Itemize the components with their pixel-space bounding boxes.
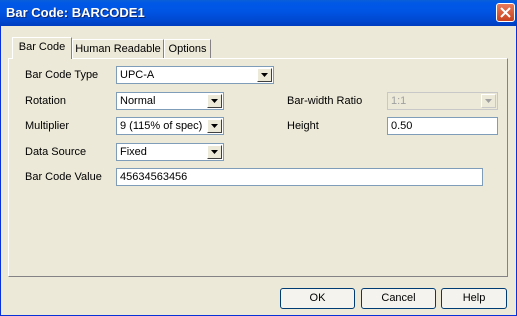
rotation-dropdown-button[interactable] (207, 94, 222, 108)
multiplier-select[interactable]: 9 (115% of spec) (116, 117, 224, 135)
rotation-select[interactable]: Normal (116, 92, 224, 110)
multiplier-dropdown-button[interactable] (207, 119, 222, 133)
data-source-label: Data Source (25, 146, 87, 158)
ok-button[interactable]: OK (280, 288, 355, 309)
bar-width-ratio-label: Bar-width Ratio (287, 95, 363, 107)
bar-width-ratio-dropdown-button (481, 94, 496, 108)
multiplier-label: Multiplier (25, 120, 70, 132)
chevron-down-icon (485, 99, 492, 103)
bar-code-type-label: Bar Code Type (25, 69, 99, 81)
height-label: Height (287, 120, 319, 132)
bar-width-ratio-select: 1:1 (387, 92, 498, 110)
chevron-down-icon (211, 150, 218, 154)
tab-bar-code[interactable]: Bar Code (12, 37, 72, 59)
height-input[interactable]: 0.50 (387, 117, 498, 135)
multiplier-value: 9 (115% of spec) (120, 120, 203, 132)
chevron-down-icon (211, 124, 218, 128)
bar-code-value-text: 45634563456 (120, 171, 188, 183)
close-icon (500, 7, 511, 18)
bar-width-ratio-value: 1:1 (391, 95, 407, 107)
data-source-dropdown-button[interactable] (207, 145, 222, 159)
chevron-down-icon (211, 99, 218, 103)
bar-code-type-value: UPC-A (120, 69, 155, 81)
help-button[interactable]: Help (441, 288, 507, 309)
chevron-down-icon (261, 73, 268, 77)
height-value: 0.50 (391, 120, 413, 132)
window-title: Bar Code: BARCODE1 (6, 5, 145, 20)
bar-code-type-dropdown-button[interactable] (257, 68, 272, 82)
bar-code-value-input[interactable]: 45634563456 (116, 168, 483, 186)
rotation-label: Rotation (25, 95, 66, 107)
rotation-value: Normal (120, 95, 156, 107)
data-source-select[interactable]: Fixed (116, 143, 224, 161)
title-bar: Bar Code: BARCODE1 (0, 0, 517, 26)
tab-human-readable[interactable]: Human Readable (72, 39, 164, 58)
bar-code-type-select[interactable]: UPC-A (116, 66, 274, 84)
bar-code-value-label: Bar Code Value (25, 171, 102, 183)
cancel-button[interactable]: Cancel (361, 288, 436, 309)
close-button[interactable] (496, 3, 515, 22)
tab-options[interactable]: Options (164, 39, 211, 58)
data-source-value: Fixed (120, 146, 147, 158)
